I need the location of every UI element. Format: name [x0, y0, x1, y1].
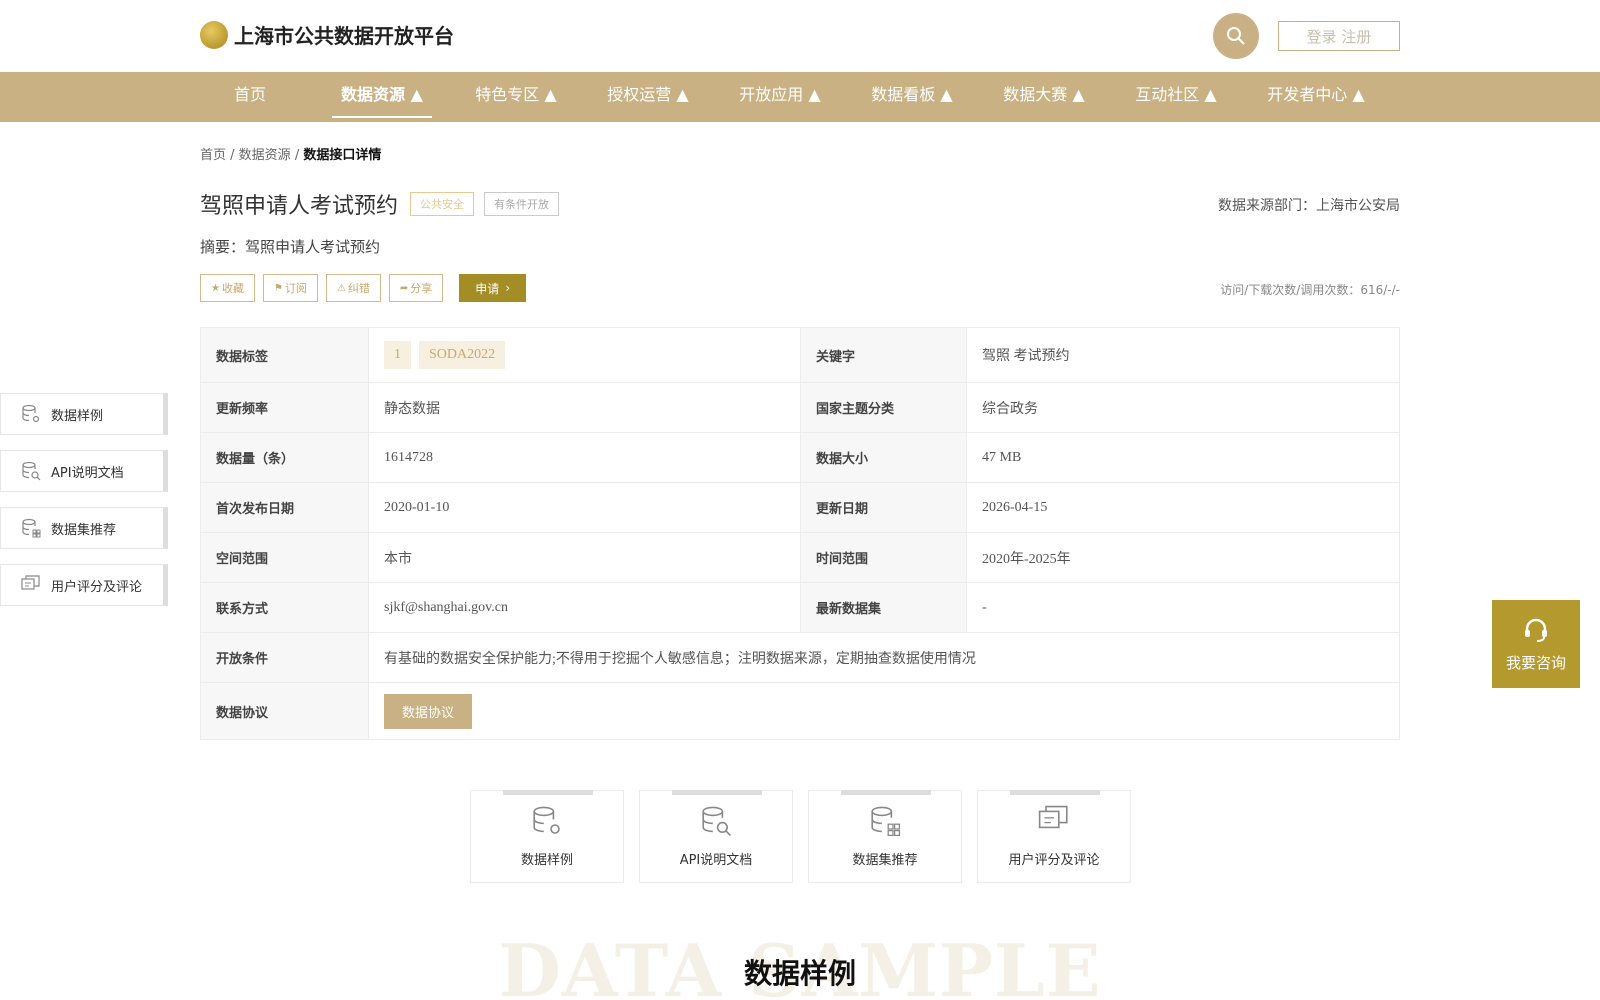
- contact-value: sjkf@shanghai.gov.cn: [368, 582, 801, 633]
- share-icon: ➦: [399, 282, 409, 294]
- database-grid-icon: [871, 806, 901, 837]
- database-gear-icon: [22, 404, 40, 423]
- action-bar: ★ 收藏 ⚑ 订阅 ⚠ 纠错 ➦ 分享 申请 ›: [200, 274, 527, 302]
- subscribe-button[interactable]: ⚑ 订阅: [262, 274, 318, 302]
- table-row: 数据量（条） 1614728 数据大小 47 MB: [200, 432, 1400, 483]
- headset-icon: [1525, 618, 1547, 642]
- freq-label: 更新频率: [200, 382, 369, 433]
- table-row: 更新频率 静态数据 国家主题分类 综合政务: [200, 382, 1400, 433]
- time-label: 时间范围: [800, 532, 967, 583]
- breadcrumb-current: 数据接口详情: [303, 148, 382, 163]
- card-ratings-comments[interactable]: 用户评分及评论: [977, 790, 1131, 883]
- nav-data-dashboard[interactable]: 数据看板 ▲: [862, 72, 962, 122]
- side-item-dataset-recommend[interactable]: 数据集推荐: [0, 507, 168, 549]
- freq-value: 静态数据: [368, 382, 801, 433]
- side-item-ratings-comments[interactable]: 用户评分及评论: [0, 564, 168, 606]
- nav-open-apps[interactable]: 开放应用 ▲: [730, 72, 830, 122]
- table-row: 数据协议 数据协议: [200, 682, 1400, 740]
- card-data-sample[interactable]: 数据样例: [470, 790, 624, 883]
- tags-value: 1 SODA2022: [368, 327, 801, 383]
- space-value: 本市: [368, 532, 801, 583]
- info-table: 数据标签 1 SODA2022 关键字 驾照 考试预约 更新频率 静态数据 国家主…: [200, 327, 1400, 740]
- logo-icon: [200, 20, 228, 49]
- updated-value: 2026-04-15: [966, 482, 1400, 533]
- card-dataset-recommend[interactable]: 数据集推荐: [808, 790, 962, 883]
- source-department: 数据来源部门：上海市公安局: [1218, 198, 1400, 214]
- site-title: 上海市公共数据开放平台: [234, 24, 454, 48]
- section-cards: 数据样例 API说明文档 数据集推荐 用户评分及评论: [470, 790, 1146, 883]
- header: 上海市公共数据开放平台 登录 注册: [0, 0, 1600, 72]
- main-nav: 首页 数据资源 ▲ 特色专区 ▲ 授权运营 ▲ 开放应用 ▲ 数据看板 ▲ 数据…: [0, 72, 1600, 122]
- size-value: 47 MB: [966, 432, 1400, 483]
- table-row: 首次发布日期 2020-01-10 更新日期 2026-04-15: [200, 482, 1400, 533]
- count-value: 1614728: [368, 432, 801, 483]
- database-search-icon: [22, 461, 41, 481]
- size-label: 数据大小: [800, 432, 967, 483]
- database-gear-icon: [533, 806, 560, 834]
- keywords-value: 驾照 考试预约: [966, 327, 1400, 383]
- breadcrumb: 首页 / 数据资源 / 数据接口详情: [200, 148, 382, 163]
- count-label: 数据量（条）: [200, 432, 369, 483]
- nav-special-zone[interactable]: 特色专区 ▲: [466, 72, 566, 122]
- comment-icon: [21, 575, 40, 590]
- title-row: 驾照申请人考试预约 公共安全 有条件开放: [200, 188, 560, 220]
- nav-authorized-ops[interactable]: 授权运营 ▲: [598, 72, 698, 122]
- side-item-data-sample[interactable]: 数据样例: [0, 393, 168, 435]
- updated-label: 更新日期: [800, 482, 967, 533]
- consult-button[interactable]: 我要咨询: [1492, 600, 1580, 688]
- nav-community[interactable]: 互动社区 ▲: [1126, 72, 1226, 122]
- tag-chip[interactable]: SODA2022: [419, 341, 506, 369]
- time-value: 2020年-2025年: [966, 532, 1400, 583]
- contact-label: 联系方式: [200, 582, 369, 633]
- breadcrumb-section[interactable]: 数据资源: [239, 148, 291, 163]
- report-error-button[interactable]: ⚠ 纠错: [325, 274, 381, 302]
- login-register-button[interactable]: 登录 注册: [1278, 21, 1400, 51]
- database-grid-icon: [22, 518, 41, 538]
- nav-developer-center[interactable]: 开发者中心 ▲: [1256, 72, 1376, 122]
- nav-home[interactable]: 首页: [220, 72, 280, 122]
- side-item-api-doc[interactable]: API说明文档: [0, 450, 168, 492]
- open-type-tag: 有条件开放: [484, 192, 560, 216]
- breadcrumb-home[interactable]: 首页: [200, 148, 226, 163]
- table-row: 数据标签 1 SODA2022 关键字 驾照 考试预约: [200, 327, 1400, 383]
- page-title: 驾照申请人考试预约: [200, 194, 399, 219]
- card-api-doc[interactable]: API说明文档: [639, 790, 793, 883]
- keywords-label: 关键字: [800, 327, 967, 383]
- section-title: 数据样例: [743, 957, 856, 990]
- star-icon: ★: [211, 282, 220, 294]
- tags-label: 数据标签: [200, 327, 369, 383]
- table-row: 联系方式 sjkf@shanghai.gov.cn 最新数据集 -: [200, 582, 1400, 633]
- nav-data-resources[interactable]: 数据资源 ▲: [332, 72, 432, 122]
- site-logo[interactable]: 上海市公共数据开放平台: [200, 20, 454, 49]
- latest-label: 最新数据集: [800, 582, 967, 633]
- search-button[interactable]: [1213, 13, 1259, 59]
- chevron-right-icon: ›: [505, 281, 511, 295]
- summary: 摘要：驾照申请人考试预约: [200, 238, 381, 256]
- tag-chip[interactable]: 1: [384, 341, 411, 369]
- latest-value[interactable]: -: [966, 582, 1400, 633]
- conditions-value: 有基础的数据安全保护能力;不得用于挖掘个人敏感信息；注明数据来源，定期抽查数据使…: [368, 632, 1400, 683]
- side-nav: 数据样例 API说明文档 数据集推荐 用户评分及评论: [0, 393, 168, 621]
- conditions-label: 开放条件: [200, 632, 369, 683]
- favorite-button[interactable]: ★ 收藏: [200, 274, 255, 302]
- theme-value: 综合政务: [966, 382, 1400, 433]
- agreement-label: 数据协议: [200, 682, 369, 740]
- flag-icon: ⚑: [273, 282, 283, 294]
- apply-button[interactable]: 申请 ›: [459, 274, 527, 302]
- nav-data-contest[interactable]: 数据大赛 ▲: [994, 72, 1094, 122]
- database-search-icon: [702, 806, 731, 836]
- share-button[interactable]: ➦ 分享: [388, 274, 444, 302]
- publish-value: 2020-01-10: [368, 482, 801, 533]
- search-icon: [1227, 27, 1245, 45]
- agreement-button[interactable]: 数据协议: [384, 693, 473, 729]
- table-row: 开放条件 有基础的数据安全保护能力;不得用于挖掘个人敏感信息；注明数据来源，定期…: [200, 632, 1400, 683]
- space-label: 空间范围: [200, 532, 369, 583]
- warning-icon: ⚠: [336, 282, 346, 294]
- theme-label: 国家主题分类: [800, 382, 967, 433]
- publish-label: 首次发布日期: [200, 482, 369, 533]
- comment-icon: [1038, 805, 1068, 829]
- table-row: 空间范围 本市 时间范围 2020年-2025年: [200, 532, 1400, 583]
- access-stats: 访问/下载次数/调用次数：616/-/-: [1220, 283, 1400, 297]
- category-tag: 公共安全: [410, 192, 475, 216]
